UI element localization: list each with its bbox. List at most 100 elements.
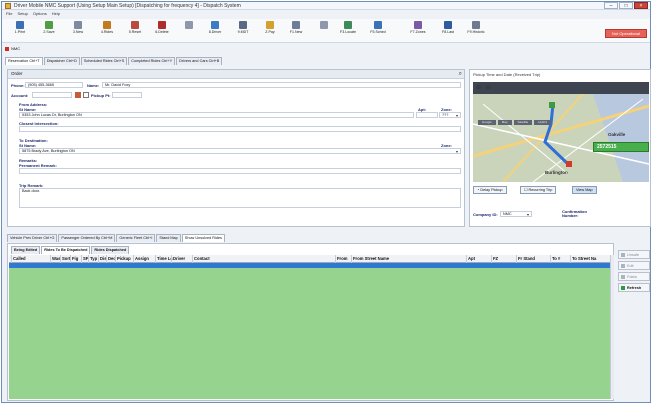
tab-rides-dispatched[interactable]: Rides Dispatched xyxy=(91,246,130,254)
toolbar-button[interactable]: F1.New xyxy=(284,21,308,41)
map-tab-hybrid[interactable]: Hybrid xyxy=(534,120,551,125)
toolbar-button[interactable]: 4.Rides xyxy=(95,21,119,41)
menu-setup[interactable]: Setup xyxy=(17,11,27,17)
toolbar-button[interactable]: F3.Locate xyxy=(336,21,360,41)
menu-help[interactable]: Help xyxy=(52,11,60,17)
tab-scheduled-rides[interactable]: Scheduled Rides Ctrl+S xyxy=(80,57,128,65)
map-view[interactable]: Google Map Satellite Hybrid Oakville Bur… xyxy=(473,94,649,182)
grid-body[interactable] xyxy=(9,268,612,399)
grid-column-header[interactable]: To # xyxy=(550,255,560,263)
order-header: Order xyxy=(8,70,464,79)
account-field[interactable] xyxy=(32,92,72,98)
status-dot-icon xyxy=(5,46,9,51)
grid-column-header[interactable]: From xyxy=(335,255,347,263)
recurring-trip-button[interactable]: ☐ Recurring Trip xyxy=(520,186,557,194)
pickup-checkbox[interactable] xyxy=(83,92,89,98)
grid-column-header[interactable]: Fr Stand xyxy=(516,255,535,263)
closest-intersection-field[interactable] xyxy=(19,126,461,132)
phone-label: Phone: xyxy=(11,83,25,88)
edit-icon xyxy=(621,264,625,268)
tab-reservation[interactable]: Reservation Ctrl+T xyxy=(5,57,43,65)
toolbar-icon xyxy=(211,21,219,29)
view-map-button[interactable]: View Map xyxy=(572,186,597,194)
delay-pickup-button[interactable]: ◔ Delay Pickup xyxy=(473,186,507,194)
grid-column-header[interactable]: Contact xyxy=(192,255,210,263)
to-street-field[interactable]: 5875 Brady Ave, Burlington ON ▾ xyxy=(19,148,461,154)
rides-grid[interactable]: Called Was Sort Fig SF Typ Dis Ded Pickup Assign T… xyxy=(9,255,612,399)
name-field[interactable]: Mr. David Foxy xyxy=(102,82,461,88)
refresh-button[interactable]: Refresh xyxy=(618,283,650,292)
grid-column-header[interactable]: Was xyxy=(50,255,60,263)
toolbar-button[interactable]: 5.Reset xyxy=(123,21,147,41)
grid-column-header[interactable]: Typ xyxy=(88,255,97,263)
tab-rides-to-be-dispatched[interactable]: Rides To Be Dispatched xyxy=(41,246,91,254)
lower-tabs: Vehicle Prev Driver Ctrl+G Passenger Ord… xyxy=(7,234,226,242)
not-operational-button[interactable]: Not Operational xyxy=(605,29,647,38)
grid-column-header[interactable]: From Street Name xyxy=(351,255,389,263)
maximize-button[interactable]: □ xyxy=(619,2,633,9)
edit-button[interactable]: Edit xyxy=(618,261,650,270)
toolbar-icon xyxy=(45,21,53,29)
toolbar-button[interactable]: F9.Historic xyxy=(464,21,488,41)
tab-completed-rides[interactable]: Completed Rides Ctrl+Y xyxy=(128,57,176,65)
tab-drivers-cars[interactable]: Drivers and Cars Ctrl+B xyxy=(176,57,223,65)
toolbar-icon xyxy=(266,21,274,29)
close-button[interactable]: × xyxy=(634,2,648,9)
toolbar-button[interactable]: 6.Delete xyxy=(150,21,174,41)
toolbar-button[interactable]: F7.Zones xyxy=(406,21,430,41)
tab-passenger-ordered-by[interactable]: Passenger Ordered By Ctrl+M xyxy=(58,234,116,242)
grid-column-header[interactable]: Fig xyxy=(70,255,78,263)
zoom-in-icon[interactable]: ⊕ xyxy=(476,84,481,91)
grid-column-header[interactable]: Called xyxy=(11,255,26,263)
map-tab-map[interactable]: Map xyxy=(497,120,512,125)
minimize-button[interactable]: – xyxy=(604,2,618,9)
grid-column-header[interactable]: FZ xyxy=(491,255,498,263)
app-icon xyxy=(5,3,11,9)
window-controls: – □ × xyxy=(603,2,648,9)
tab-stand-map[interactable]: Stand Map xyxy=(156,234,181,242)
menu-options[interactable]: Options xyxy=(33,11,47,17)
toolbar-icon xyxy=(158,21,166,29)
tab-generic-fleet[interactable]: Generic Fleet Ctrl+I xyxy=(116,234,156,242)
toolbar-button[interactable]: 9.MDT xyxy=(231,21,255,41)
tab-being-edited[interactable]: Being Edited xyxy=(11,246,41,254)
toolbar-button[interactable]: 8.Driver xyxy=(203,21,227,41)
from-zone-select[interactable]: ??? ▾ xyxy=(439,112,461,118)
account-lookup-icon[interactable] xyxy=(75,92,81,98)
fdata-button[interactable]: Fdata xyxy=(618,272,650,281)
grid-column-header[interactable]: To Street Na xyxy=(570,255,596,263)
toolbar-button[interactable]: F8.Last xyxy=(436,21,460,41)
grid-column-header[interactable]: Assign xyxy=(133,255,149,263)
search-icon[interactable]: ⌕ xyxy=(459,71,462,77)
toolbar-button[interactable]: 2.Save xyxy=(37,21,61,41)
map-tab-google[interactable]: Google xyxy=(478,120,496,125)
unsafe-button[interactable]: Unsafe xyxy=(618,250,650,259)
permanent-remark-field[interactable] xyxy=(19,168,461,174)
apt-field[interactable] xyxy=(416,112,438,118)
chevron-down-icon: ▾ xyxy=(526,212,529,217)
tab-show-unsolved-rides[interactable]: Show Unsolved Rides xyxy=(181,234,225,242)
toolbar-button[interactable]: Z.Pay xyxy=(258,21,282,41)
company-id-select[interactable]: NMC ▾ xyxy=(500,211,532,217)
tab-vehicle-prev-driver[interactable]: Vehicle Prev Driver Ctrl+G xyxy=(7,234,58,242)
grid-column-header[interactable]: Apt xyxy=(466,255,475,263)
map-tab-satellite[interactable]: Satellite xyxy=(513,120,533,125)
grid-scrollbar[interactable] xyxy=(610,255,614,399)
grid-column-header[interactable]: Driver xyxy=(171,255,185,263)
toolbar-button[interactable]: F5.Sched xyxy=(366,21,390,41)
main-window: Driver Mobile NMC Support (Using Setup M… xyxy=(1,1,651,403)
toolbar-button[interactable] xyxy=(312,21,336,41)
phone-field[interactable]: (905) 455-3665 xyxy=(25,82,83,88)
from-street-field[interactable]: 5353 John Lucas Dr, Burlington ON xyxy=(19,112,414,118)
toolbar-button[interactable]: 3.New xyxy=(66,21,90,41)
trip-remark-field[interactable]: Back door. xyxy=(19,188,461,208)
menu-file[interactable]: File xyxy=(6,11,12,17)
grid-column-header[interactable]: Pickup xyxy=(115,255,131,263)
toolbar-button[interactable] xyxy=(177,21,201,41)
toolbar-label: 2.Save xyxy=(43,30,55,34)
pickup-time-field[interactable] xyxy=(112,92,142,98)
toolbar-button[interactable]: 1.Print xyxy=(8,21,32,41)
grid-column-header[interactable]: Sort xyxy=(60,255,70,263)
zoom-out-icon[interactable]: ⊖ xyxy=(486,84,491,91)
tab-dispatcher[interactable]: Dispatcher Ctrl+D xyxy=(43,57,80,65)
